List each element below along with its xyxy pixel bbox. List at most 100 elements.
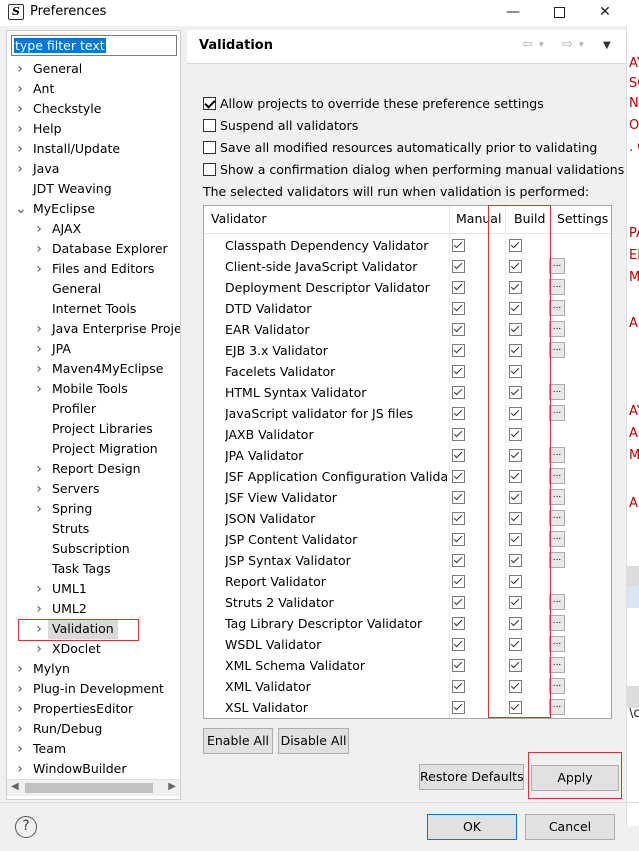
tree-expander-icon[interactable]: ›	[34, 499, 44, 519]
manual-checkbox[interactable]	[452, 638, 465, 651]
tree-expander-icon[interactable]: ›	[15, 99, 25, 119]
settings-button[interactable]: ...	[549, 321, 565, 337]
tree-expander-icon[interactable]: ›	[34, 579, 44, 599]
settings-button[interactable]: ...	[549, 615, 565, 631]
tree-item[interactable]: UML2	[52, 599, 87, 619]
tree-item[interactable]: Java	[33, 159, 59, 179]
tree-item[interactable]: Servers	[52, 479, 100, 499]
build-checkbox[interactable]	[509, 344, 522, 357]
build-checkbox[interactable]	[509, 596, 522, 609]
tree-expander-icon[interactable]: ›	[34, 219, 44, 239]
settings-button[interactable]: ...	[549, 342, 565, 358]
tree-expander-icon[interactable]: ›	[15, 59, 25, 79]
column-settings[interactable]: Settings	[557, 211, 608, 226]
view-menu-icon[interactable]: ▼	[603, 40, 611, 51]
tree-item[interactable]: Database Explorer	[52, 239, 168, 259]
ok-button[interactable]: OK	[427, 814, 517, 840]
minimize-button[interactable]: —	[490, 0, 536, 26]
settings-button[interactable]: ...	[549, 531, 565, 547]
tree-expander-icon[interactable]: ›	[34, 239, 44, 259]
tree-expander-icon[interactable]: ›	[34, 339, 44, 359]
enable-all-button[interactable]: Enable All	[203, 728, 273, 754]
settings-button[interactable]: ...	[549, 279, 565, 295]
build-checkbox[interactable]	[509, 239, 522, 252]
build-checkbox[interactable]	[509, 470, 522, 483]
restore-defaults-button[interactable]: Restore Defaults	[419, 764, 524, 790]
tree-item[interactable]: Ant	[33, 79, 54, 99]
scroll-thumb[interactable]	[25, 783, 153, 793]
tree-item[interactable]: Internet Tools	[52, 299, 136, 319]
settings-button[interactable]: ...	[549, 447, 565, 463]
tree-item[interactable]: Project Libraries	[52, 419, 153, 439]
tree-item[interactable]: Run/Debug	[33, 719, 102, 739]
build-checkbox[interactable]	[509, 638, 522, 651]
tree-item[interactable]: UML1	[52, 579, 87, 599]
tree-item[interactable]: XDoclet	[52, 639, 101, 659]
tree-expander-icon[interactable]: ›	[34, 259, 44, 279]
option-checkbox-row[interactable]: Allow projects to override these prefere…	[203, 94, 544, 114]
tree-item[interactable]: Validation	[48, 619, 118, 639]
tree-item[interactable]: Task Tags	[52, 559, 111, 579]
build-checkbox[interactable]	[509, 260, 522, 273]
filter-field[interactable]: type filter text	[11, 35, 177, 56]
tree-expander-icon[interactable]: ›	[15, 159, 25, 179]
manual-checkbox[interactable]	[452, 260, 465, 273]
settings-button[interactable]: ...	[549, 678, 565, 694]
manual-checkbox[interactable]	[452, 449, 465, 462]
option-checkbox[interactable]	[203, 97, 216, 110]
tree-expander-icon[interactable]: ›	[34, 639, 44, 659]
tree-expander-icon[interactable]: ›	[15, 119, 25, 139]
option-checkbox[interactable]	[203, 119, 216, 132]
manual-checkbox[interactable]	[452, 512, 465, 525]
manual-checkbox[interactable]	[452, 617, 465, 630]
back-arrow-icon[interactable]: ⇦	[522, 37, 533, 52]
tree-item[interactable]: WindowBuilder	[33, 759, 127, 779]
manual-checkbox[interactable]	[452, 407, 465, 420]
build-checkbox[interactable]	[509, 323, 522, 336]
manual-checkbox[interactable]	[452, 281, 465, 294]
column-manual[interactable]: Manual	[456, 211, 501, 226]
settings-button[interactable]: ...	[549, 510, 565, 526]
tree-expander-icon[interactable]: ›	[15, 139, 25, 159]
tree-item[interactable]: General	[52, 279, 101, 299]
option-checkbox-row[interactable]: Suspend all validators	[203, 116, 358, 136]
build-checkbox[interactable]	[509, 575, 522, 588]
tree-expander-icon[interactable]: ›	[15, 719, 25, 739]
build-checkbox[interactable]	[509, 407, 522, 420]
tree-expander-icon[interactable]: ›	[34, 479, 44, 499]
tree-horizontal-scrollbar[interactable]: ◀ ▶	[7, 779, 180, 796]
tree-item[interactable]: AJAX	[52, 219, 81, 239]
tree-item[interactable]: Project Migration	[52, 439, 158, 459]
tree-item[interactable]: Maven4MyEclipse	[52, 359, 163, 379]
option-checkbox[interactable]	[203, 141, 216, 154]
tree-item[interactable]: PropertiesEditor	[33, 699, 133, 719]
tree-item[interactable]: Mylyn	[33, 659, 70, 679]
tree-item[interactable]: Subscription	[52, 539, 130, 559]
build-checkbox[interactable]	[509, 428, 522, 441]
tree-item[interactable]: Report Design	[52, 459, 141, 479]
settings-button[interactable]: ...	[549, 657, 565, 673]
tree-item[interactable]: Plug-in Development	[33, 679, 164, 699]
build-checkbox[interactable]	[509, 701, 522, 714]
tree-item[interactable]: Profiler	[52, 399, 96, 419]
manual-checkbox[interactable]	[452, 701, 465, 714]
tree-expander-icon[interactable]: ›	[15, 79, 25, 99]
scroll-left-icon[interactable]: ◀	[11, 781, 19, 792]
build-checkbox[interactable]	[509, 617, 522, 630]
build-checkbox[interactable]	[509, 281, 522, 294]
tree-expander-icon[interactable]: ›	[34, 599, 44, 619]
tree-expander-icon[interactable]: ⌄	[15, 199, 27, 219]
column-build[interactable]: Build	[514, 211, 545, 226]
settings-button[interactable]: ...	[549, 384, 565, 400]
column-validator[interactable]: Validator	[211, 211, 266, 226]
manual-checkbox[interactable]	[452, 302, 465, 315]
manual-checkbox[interactable]	[452, 344, 465, 357]
settings-button[interactable]: ...	[549, 300, 565, 316]
manual-checkbox[interactable]	[452, 596, 465, 609]
option-checkbox-row[interactable]: Save all modified resources automaticall…	[203, 138, 597, 158]
tree-item[interactable]: Java Enterprise Proje	[52, 319, 180, 339]
tree-expander-icon[interactable]: ›	[34, 379, 44, 399]
tree-item[interactable]: MyEclipse	[33, 199, 95, 219]
manual-checkbox[interactable]	[452, 428, 465, 441]
tree-expander-icon[interactable]: ›	[15, 739, 25, 759]
